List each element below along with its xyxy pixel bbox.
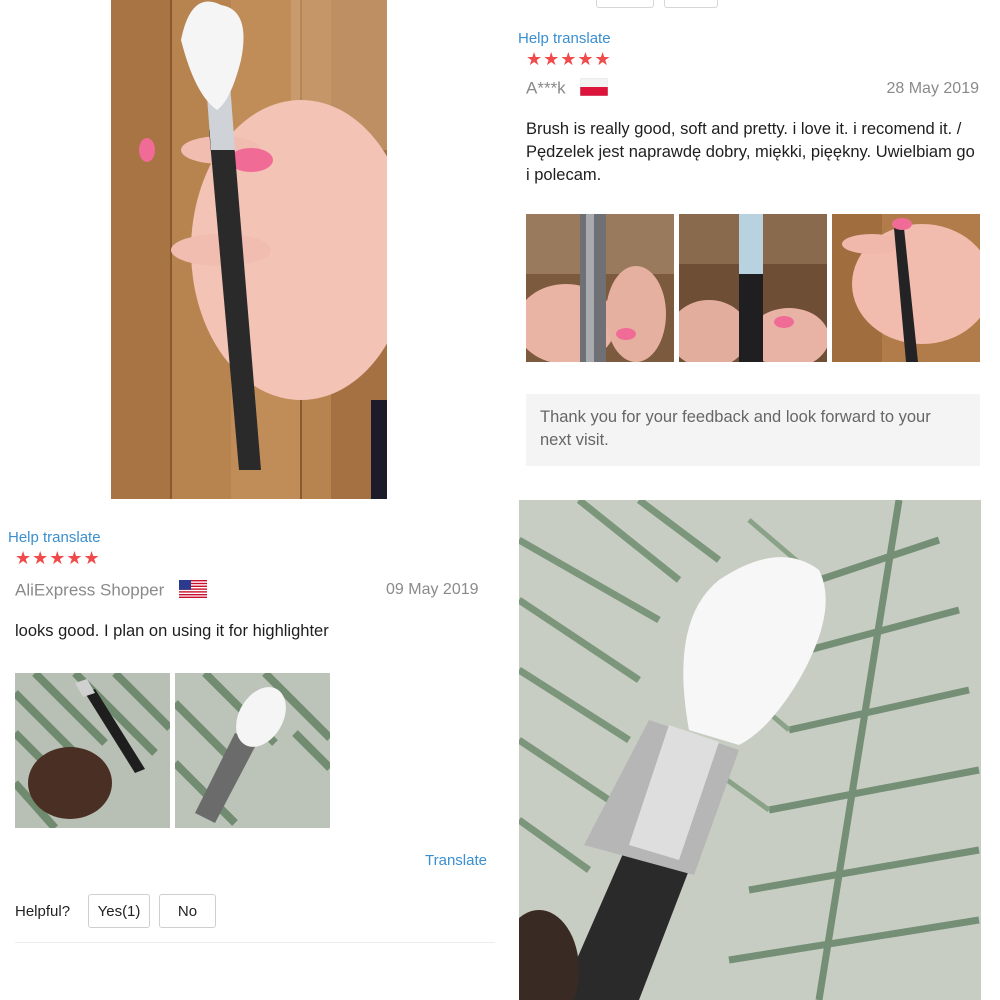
reviewer-name: AliExpress Shopper (15, 580, 165, 600)
review-photo-1[interactable] (15, 673, 170, 828)
reviewer-row: AliExpress Shopper (15, 580, 207, 603)
help-translate-link[interactable]: Help translate (8, 529, 101, 546)
helpful-yes-button[interactable]: Yes(1) (88, 894, 150, 928)
translate-link[interactable]: Translate (425, 852, 487, 869)
star-rating: ★★★★★ (15, 548, 101, 568)
review-photo-1[interactable] (526, 214, 674, 362)
review-date: 28 May 2019 (886, 80, 979, 97)
review-divider (15, 942, 495, 943)
helpful-label: Helpful? (15, 903, 71, 920)
reviewer-name: A***k (526, 78, 566, 98)
help-translate-link[interactable]: Help translate (518, 30, 611, 47)
review-photo-2[interactable] (175, 673, 330, 828)
review-photo-3[interactable] (832, 214, 980, 362)
star-rating: ★★★★★ (526, 49, 612, 69)
review-date: 09 May 2019 (386, 581, 479, 598)
review-text: looks good. I plan on using it for highl… (15, 622, 329, 640)
helpful-no-button[interactable]: No (159, 894, 216, 928)
usa-flag-icon (178, 580, 207, 603)
top-no-button[interactable] (664, 0, 718, 8)
review-photo-2[interactable] (679, 214, 827, 362)
reviewer-row: A***k (526, 77, 609, 101)
top-yes-button[interactable] (596, 0, 654, 8)
review-text: Brush is really good, soft and pretty. i… (526, 120, 975, 184)
large-review-photo-hand-brush[interactable] (111, 0, 387, 499)
large-review-photo-brush-leaves[interactable] (519, 500, 981, 1000)
poland-flag-icon (579, 77, 609, 101)
seller-reply: Thank you for your feedback and look for… (526, 394, 980, 466)
